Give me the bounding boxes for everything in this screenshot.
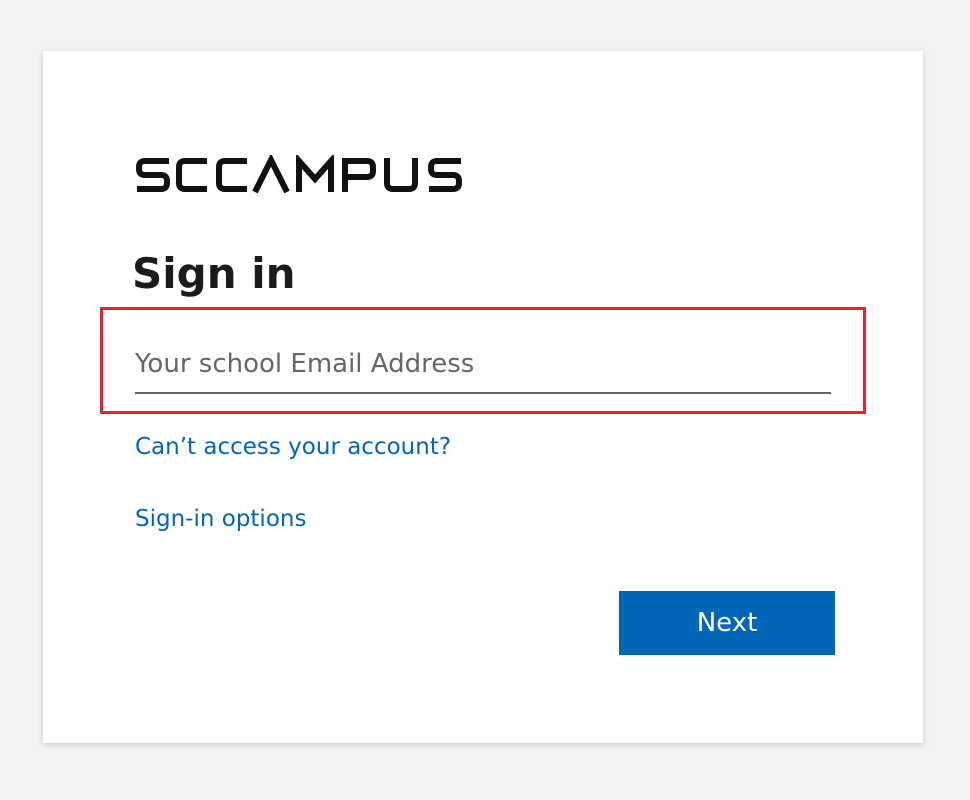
- cant-access-account-link[interactable]: Can’t access your account?: [135, 432, 451, 462]
- sign-in-options-link[interactable]: Sign-in options: [135, 504, 306, 534]
- email-field[interactable]: [135, 336, 831, 394]
- sccampus-logo: [136, 155, 462, 194]
- page-title: Sign in: [132, 249, 296, 298]
- next-button[interactable]: Next: [619, 591, 835, 655]
